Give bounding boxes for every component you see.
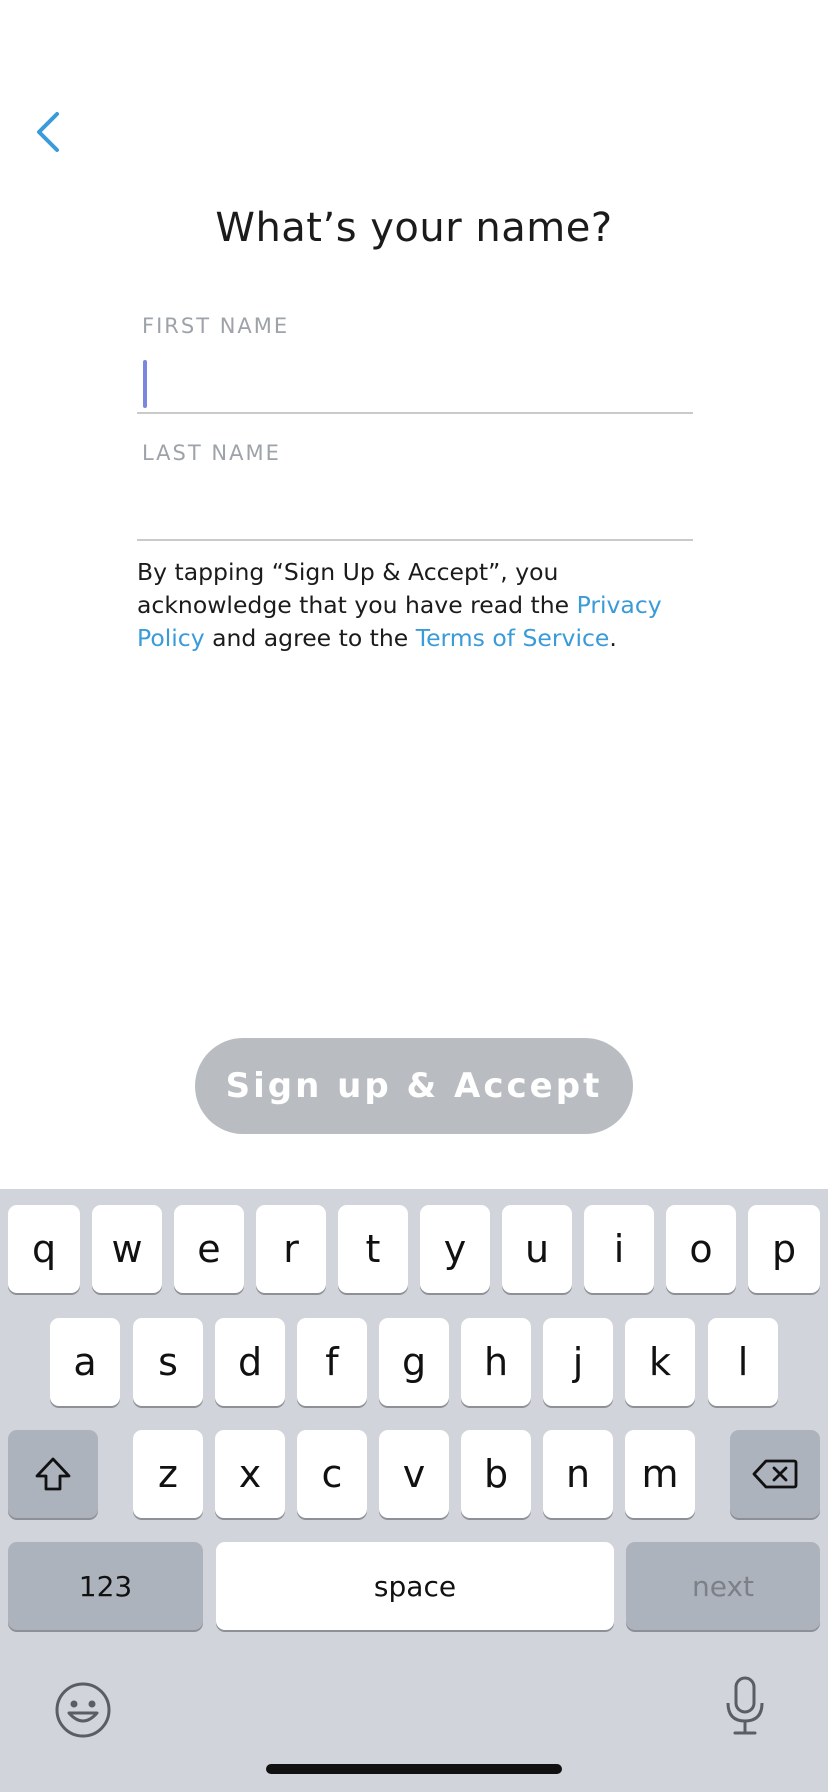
key-t[interactable]: t (338, 1205, 408, 1293)
key-h[interactable]: h (461, 1318, 531, 1406)
emoji-icon (55, 1682, 111, 1738)
signup-name-screen: What’s your name? FIRST NAME LAST NAME B… (0, 0, 828, 1792)
shift-icon (35, 1457, 71, 1491)
numbers-key[interactable]: 123 (8, 1542, 203, 1630)
legal-text-part2: and agree to the (204, 624, 416, 652)
space-key[interactable]: space (216, 1542, 614, 1630)
text-caret (143, 360, 147, 408)
key-j[interactable]: j (543, 1318, 613, 1406)
legal-text-part3: . (609, 624, 617, 652)
first-name-input[interactable] (137, 350, 693, 412)
key-d[interactable]: d (215, 1318, 285, 1406)
last-name-label: LAST NAME (142, 441, 281, 465)
key-u[interactable]: u (502, 1205, 572, 1293)
last-name-field[interactable] (137, 477, 693, 541)
key-q[interactable]: q (8, 1205, 80, 1293)
back-button[interactable] (18, 96, 78, 168)
key-o[interactable]: o (666, 1205, 736, 1293)
legal-notice: By tapping “Sign Up & Accept”, you ackno… (137, 556, 697, 655)
key-k[interactable]: k (625, 1318, 695, 1406)
terms-of-service-link[interactable]: Terms of Service (416, 624, 610, 652)
next-key[interactable]: next (626, 1542, 820, 1630)
microphone-icon (726, 1676, 764, 1735)
page-title: What’s your name? (215, 205, 613, 251)
keyboard: q w e r t y u i o p a s d f g h j k l z … (0, 1189, 828, 1792)
key-p[interactable]: p (748, 1205, 820, 1293)
home-indicator (266, 1764, 562, 1774)
legal-text-part1: By tapping “Sign Up & Accept”, you ackno… (137, 558, 577, 619)
shift-key[interactable] (8, 1430, 98, 1518)
key-v[interactable]: v (379, 1430, 449, 1518)
key-e[interactable]: e (174, 1205, 244, 1293)
key-r[interactable]: r (256, 1205, 326, 1293)
key-c[interactable]: c (297, 1430, 367, 1518)
key-n[interactable]: n (543, 1430, 613, 1518)
delete-key[interactable] (730, 1430, 820, 1518)
first-name-field[interactable] (137, 350, 693, 414)
chevron-left-icon (37, 112, 59, 152)
backspace-icon (752, 1459, 798, 1489)
key-z[interactable]: z (133, 1430, 203, 1518)
dictation-button[interactable] (712, 1673, 778, 1739)
last-name-input[interactable] (137, 477, 693, 539)
key-s[interactable]: s (133, 1318, 203, 1406)
key-a[interactable]: a (50, 1318, 120, 1406)
key-f[interactable]: f (297, 1318, 367, 1406)
key-l[interactable]: l (708, 1318, 778, 1406)
key-x[interactable]: x (215, 1430, 285, 1518)
key-g[interactable]: g (379, 1318, 449, 1406)
key-b[interactable]: b (461, 1430, 531, 1518)
key-i[interactable]: i (584, 1205, 654, 1293)
key-w[interactable]: w (92, 1205, 162, 1293)
key-y[interactable]: y (420, 1205, 490, 1293)
first-name-label: FIRST NAME (142, 314, 290, 338)
key-m[interactable]: m (625, 1430, 695, 1518)
signup-accept-button[interactable]: Sign up & Accept (195, 1038, 633, 1134)
emoji-button[interactable] (50, 1677, 116, 1743)
